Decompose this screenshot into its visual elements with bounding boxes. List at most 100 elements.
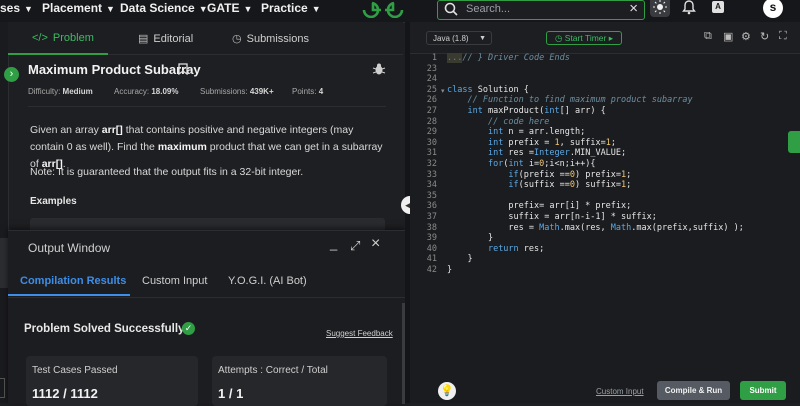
difficulty-meta: Difficulty: Medium bbox=[28, 87, 93, 96]
tab-compilation-results[interactable]: Compilation Results bbox=[20, 275, 126, 287]
format-icon[interactable]: ▣ bbox=[723, 30, 733, 43]
nav-item-courses[interactable]: ses ▼ bbox=[0, 0, 33, 18]
attempts-value: 1 / 1 bbox=[218, 386, 244, 401]
code-line: for(int i=0;i<n;i++){ bbox=[487, 159, 596, 169]
close-icon[interactable]: × bbox=[629, 0, 638, 17]
active-tab-indicator bbox=[8, 53, 108, 55]
code-line: if(suffix ==0) suffix=1; bbox=[508, 180, 632, 191]
nav-item-label: Practice bbox=[261, 1, 308, 15]
chevron-down-icon: ▼ bbox=[24, 4, 33, 14]
code-line: int maxProduct(int[] arr) { bbox=[467, 106, 606, 116]
language-select[interactable]: Java (1.8) ▼ bbox=[426, 31, 492, 45]
compile-run-button[interactable]: Compile & Run bbox=[657, 381, 730, 400]
code-line: int n = arr.length; bbox=[487, 127, 586, 138]
custom-input-link[interactable]: Custom Input bbox=[596, 387, 644, 396]
output-window: Output Window _ ⤢ × Compilation Results … bbox=[8, 230, 405, 406]
gfg-logo[interactable] bbox=[360, 0, 406, 18]
reset-icon[interactable]: ↻ bbox=[760, 30, 769, 43]
fullscreen-icon[interactable]: ⛶ bbox=[779, 30, 787, 43]
problem-tabs: </> Problem ▤ Editorial ◷ Submissions bbox=[8, 22, 403, 55]
test-cases-label: Test Cases Passed bbox=[32, 365, 118, 376]
bell-icon[interactable] bbox=[681, 0, 697, 15]
line-number: 27 bbox=[426, 106, 437, 116]
avatar[interactable]: s bbox=[763, 0, 783, 18]
theme-toggle-button[interactable] bbox=[650, 0, 670, 17]
side-chat-button[interactable] bbox=[788, 131, 800, 153]
line-number: 30 bbox=[426, 137, 437, 148]
tab-problem[interactable]: </> Problem bbox=[32, 32, 94, 44]
search-input[interactable]: Search... × bbox=[437, 0, 645, 20]
side-widget[interactable] bbox=[0, 238, 8, 288]
submit-button[interactable]: Submit bbox=[740, 381, 786, 400]
active-tab-indicator bbox=[8, 294, 130, 296]
examples-heading: Examples bbox=[30, 196, 77, 207]
submissions-meta: Submissions: 439K+ bbox=[200, 87, 274, 96]
accuracy-label: Accuracy: bbox=[114, 87, 150, 96]
attempts-card: Attempts : Correct / Total 1 / 1 bbox=[212, 356, 387, 406]
problem-title: Maximum Product Subarray bbox=[28, 62, 201, 77]
code-line: // code here bbox=[487, 116, 550, 127]
line-number: 38 bbox=[426, 222, 437, 233]
line-number: 24 bbox=[426, 74, 437, 85]
nav-item-gate[interactable]: GATE ▼ bbox=[207, 0, 252, 18]
play-icon: ▸ bbox=[606, 33, 613, 43]
accuracy-value: 18.09% bbox=[151, 87, 179, 96]
code-line: suffix = arr[n-i-1] * suffix; bbox=[447, 212, 657, 222]
nav-item-practice[interactable]: Practice ▼ bbox=[261, 0, 321, 18]
line-number: 42 bbox=[426, 265, 437, 275]
bookmark-icon[interactable] bbox=[178, 63, 188, 75]
bug-icon[interactable] bbox=[372, 62, 386, 76]
close-icon[interactable]: × bbox=[371, 235, 380, 253]
line-number: 25 bbox=[426, 84, 437, 95]
problem-note: Note: It is guaranteed that the output f… bbox=[30, 166, 304, 178]
code-line: int prefix = 1, suffix=1; bbox=[487, 137, 616, 148]
nav-item-placement[interactable]: Placement ▼ bbox=[42, 0, 115, 18]
tab-yogi-ai-bot[interactable]: Y.O.G.I. (AI Bot) bbox=[228, 275, 307, 287]
nav-item-label: Placement bbox=[42, 1, 103, 15]
chevron-down-icon: ▼ bbox=[106, 4, 115, 14]
nav-item-label: GATE bbox=[207, 1, 240, 15]
tab-label: Submissions bbox=[246, 33, 309, 45]
chevron-down-icon: ▼ bbox=[311, 4, 321, 14]
line-number: 39 bbox=[426, 233, 437, 244]
tab-custom-input[interactable]: Custom Input bbox=[142, 275, 207, 287]
timer-label: Start Timer bbox=[564, 33, 607, 43]
points-meta: Points: 4 bbox=[292, 87, 323, 96]
code-line: int res =Integer.MIN_VALUE; bbox=[487, 148, 627, 159]
code-line: return res; bbox=[487, 243, 545, 254]
desc-bold: maximum bbox=[157, 141, 207, 153]
divider bbox=[28, 106, 386, 107]
points-value: 4 bbox=[318, 87, 324, 96]
minimize-icon[interactable]: _ bbox=[330, 236, 337, 251]
points-label: Points: bbox=[292, 87, 317, 96]
expand-icon[interactable]: ⤢ bbox=[350, 238, 360, 254]
line-number: 28 bbox=[426, 116, 437, 127]
tab-submissions[interactable]: ◷ Submissions bbox=[232, 32, 309, 45]
nav-item-label: ses bbox=[0, 1, 21, 15]
check-circle-icon: ✓ bbox=[182, 322, 195, 335]
fold-icon[interactable]: ▾ bbox=[441, 87, 445, 95]
lightbulb-icon[interactable]: 💡 bbox=[438, 382, 456, 400]
line-number: 23 bbox=[426, 63, 437, 74]
tab-editorial[interactable]: ▤ Editorial bbox=[138, 32, 193, 45]
tab-label: Editorial bbox=[153, 33, 194, 45]
output-window-title: Output Window bbox=[28, 241, 111, 255]
result-status: Problem Solved Successfully bbox=[24, 323, 185, 335]
nav-item-data-science[interactable]: Data Science ▼ bbox=[120, 0, 208, 18]
line-number: 33 bbox=[426, 169, 437, 180]
line-number: 40 bbox=[426, 243, 437, 254]
suggest-feedback-link[interactable]: Suggest Feedback bbox=[326, 329, 393, 338]
line-number: 31 bbox=[426, 148, 437, 159]
chevron-down-icon: ▼ bbox=[479, 35, 486, 42]
translate-icon[interactable]: A bbox=[712, 1, 724, 13]
difficulty-label: Difficulty: bbox=[28, 87, 61, 96]
code-line: } bbox=[447, 254, 473, 265]
timer-icon: ◷ bbox=[555, 33, 565, 43]
chevron-right-icon[interactable]: › bbox=[4, 67, 19, 82]
copy-icon[interactable]: ⧉ bbox=[704, 30, 712, 43]
top-navbar: ses ▼ Placement ▼ Data Science ▼ GATE ▼ Prac… bbox=[0, 0, 800, 23]
side-widget-small[interactable] bbox=[0, 378, 5, 398]
line-number: 37 bbox=[426, 212, 437, 222]
settings-icon[interactable]: ⚙ bbox=[741, 30, 751, 43]
start-timer-button[interactable]: ◷ Start Timer ▸ bbox=[546, 31, 622, 45]
